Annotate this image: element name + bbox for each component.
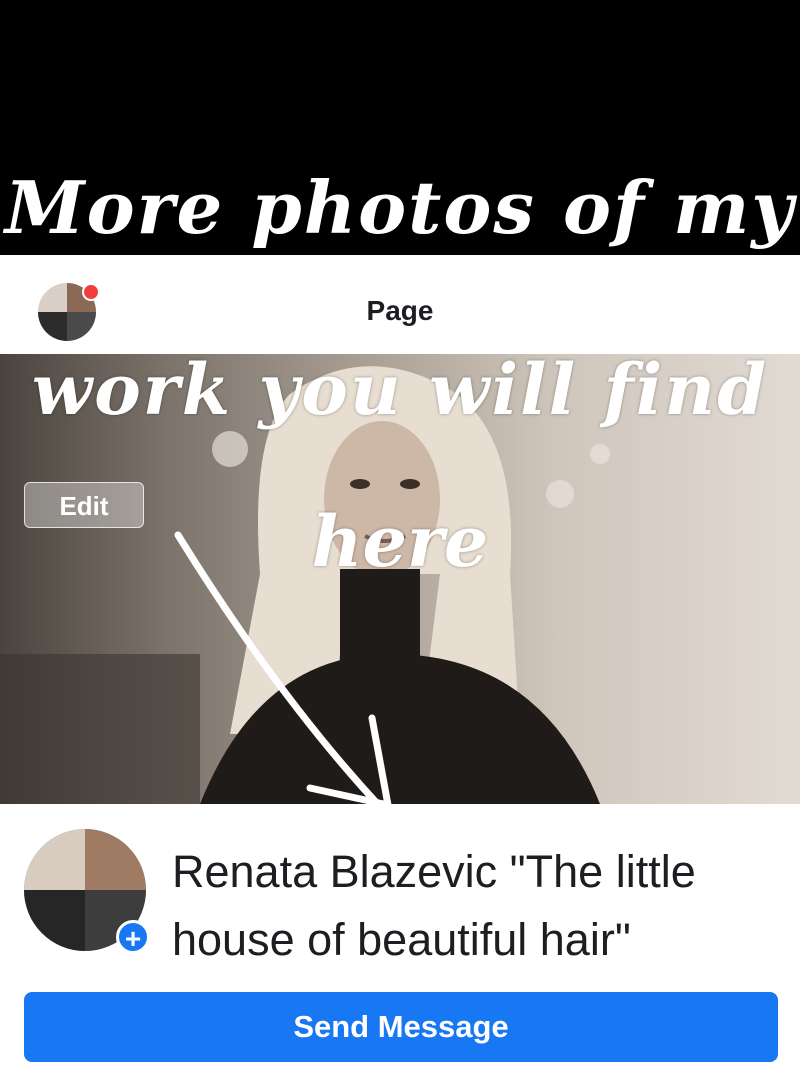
arrow-annotation-icon — [174, 531, 392, 816]
